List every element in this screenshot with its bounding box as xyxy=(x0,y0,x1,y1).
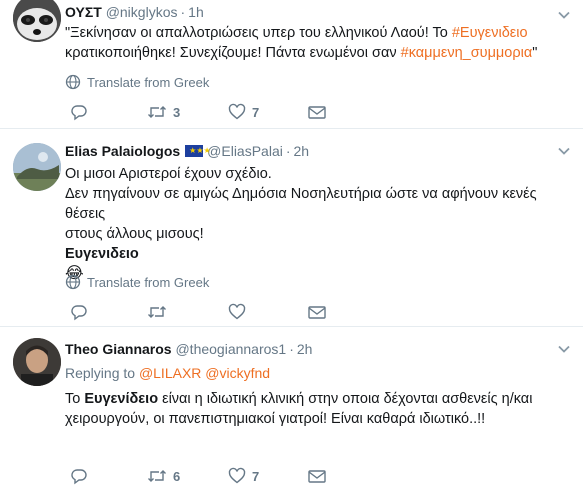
tweet-text-segment: "Ξεκίνησαν οι απαλλοτριώσεις υπερ του ελ… xyxy=(65,25,452,41)
retweet-icon xyxy=(148,470,166,482)
mention-link[interactable]: @LILAXR xyxy=(139,365,201,381)
heart-icon xyxy=(228,103,246,120)
reply-button[interactable] xyxy=(70,467,88,485)
tweet-text-segment: " xyxy=(532,45,538,61)
tweet-text-segment: χειρουργούν, οι πανεπιστημιακοί γιατροί!… xyxy=(65,411,486,427)
tweet-time[interactable]: 1h xyxy=(188,4,204,20)
replying-to: Replying to @LILAXR @vickyfnd xyxy=(65,365,270,381)
separator-dot: · xyxy=(289,341,294,357)
user-handle[interactable]: @EliasPalai xyxy=(207,143,283,159)
tweet-header: Elias Palaiologos ★★★ @EliasPalai · 2h xyxy=(65,143,309,159)
avatar[interactable] xyxy=(13,0,61,42)
retweet-button[interactable]: 3 xyxy=(147,103,180,121)
tweet-text: Οι μισοι Αριστεροί έχουν σχέδιο. Δεν πηγ… xyxy=(65,164,565,284)
translate-link[interactable]: Translate from Greek xyxy=(65,274,209,290)
display-name[interactable]: Theo Giannaros xyxy=(65,341,172,357)
tweet-header: ΟΥΣΤ @nikglykos · 1h xyxy=(65,4,204,20)
mention-link[interactable]: @vickyfnd xyxy=(205,365,270,381)
like-button[interactable] xyxy=(228,303,246,321)
tweet-text-segment: κρατικοποιήθηκε! Συνεχίζουμε! Πάντα ενωμ… xyxy=(65,45,401,61)
reply-button[interactable] xyxy=(70,303,88,321)
retweet-icon xyxy=(148,306,166,318)
reply-button[interactable] xyxy=(70,103,88,121)
like-button[interactable]: 7 xyxy=(228,467,259,485)
tweet-text-segment: είναι η ιδιωτική κλινική στην οποια δέχο… xyxy=(158,391,533,407)
display-name[interactable]: Elias Palaiologos xyxy=(65,143,180,159)
tweet-text-bold: Ευγενίδειο xyxy=(84,391,159,407)
tweet-text-segment: Το xyxy=(65,391,85,407)
translate-label: Translate from Greek xyxy=(87,74,210,90)
reply-icon xyxy=(71,469,87,485)
direct-message-button[interactable] xyxy=(307,467,327,485)
tweet: Elias Palaiologos ★★★ @EliasPalai · 2h Οι μι… xyxy=(0,129,583,327)
user-handle[interactable]: @nikglykos xyxy=(106,4,178,20)
like-count: 7 xyxy=(252,104,260,120)
envelope-icon xyxy=(308,106,326,119)
separator-dot: · xyxy=(180,4,186,20)
replying-to-label: Replying to xyxy=(65,365,139,381)
reply-icon xyxy=(71,105,87,121)
tweet-text-line-bold: Ευγενιδειο xyxy=(65,246,139,262)
retweet-icon xyxy=(148,106,166,118)
translate-label: Translate from Greek xyxy=(87,274,210,290)
tweet: ΟΥΣΤ @nikglykos · 1h "Ξεκίνησαν οι απαλλοτ… xyxy=(0,0,583,129)
like-button[interactable]: 7 xyxy=(228,103,259,121)
translate-link[interactable]: Translate from Greek xyxy=(65,74,209,90)
display-name[interactable]: ΟΥΣΤ xyxy=(65,4,102,20)
heart-icon xyxy=(228,303,246,320)
flag-stars: ★★★ xyxy=(189,146,211,155)
tweet-time[interactable]: 2h xyxy=(294,143,310,159)
globe-icon xyxy=(65,274,81,290)
tweet-text: "Ξεκίνησαν οι απαλλοτριώσεις υπερ του ελ… xyxy=(65,23,565,63)
hashtag-link[interactable]: #Ευγενιδειο xyxy=(452,25,528,41)
chevron-down-icon[interactable] xyxy=(557,8,571,22)
reply-icon xyxy=(71,305,87,321)
tweet-text-line: Δεν πηγαίνουν σε αμιγώς Δημόσια Νοσηλευτ… xyxy=(65,186,537,222)
chevron-down-icon[interactable] xyxy=(557,342,571,356)
like-count: 7 xyxy=(252,468,260,484)
tweet-text: Το Ευγενίδειο είναι η ιδιωτική κλινική σ… xyxy=(65,389,565,429)
user-handle[interactable]: @theogiannaros1 xyxy=(175,341,286,357)
eu-flag-icon: ★★★ xyxy=(185,145,211,157)
tweet: Theo Giannaros @theogiannaros1 · 2h Replyi… xyxy=(0,327,583,491)
tweet-header: Theo Giannaros @theogiannaros1 · 2h xyxy=(65,341,312,357)
envelope-icon xyxy=(308,470,326,483)
heart-icon xyxy=(228,467,246,484)
retweet-count: 6 xyxy=(173,468,181,484)
direct-message-button[interactable] xyxy=(307,103,327,121)
avatar[interactable] xyxy=(13,143,61,191)
envelope-icon xyxy=(308,306,326,319)
avatar[interactable] xyxy=(13,338,61,386)
retweet-button[interactable] xyxy=(147,303,167,321)
retweet-button[interactable]: 6 xyxy=(147,467,180,485)
tweet-text-line: Οι μισοι Αριστεροί έχουν σχέδιο. xyxy=(65,166,272,182)
chevron-down-icon[interactable] xyxy=(557,144,571,158)
hashtag-link[interactable]: #καμμενη_συμμορια xyxy=(401,45,533,61)
tweet-time[interactable]: 2h xyxy=(297,341,313,357)
direct-message-button[interactable] xyxy=(307,303,327,321)
tweet-text-line: στους άλλους μισους! xyxy=(65,226,204,242)
globe-icon xyxy=(65,74,81,90)
separator-dot: · xyxy=(285,143,291,159)
retweet-count: 3 xyxy=(173,104,181,120)
